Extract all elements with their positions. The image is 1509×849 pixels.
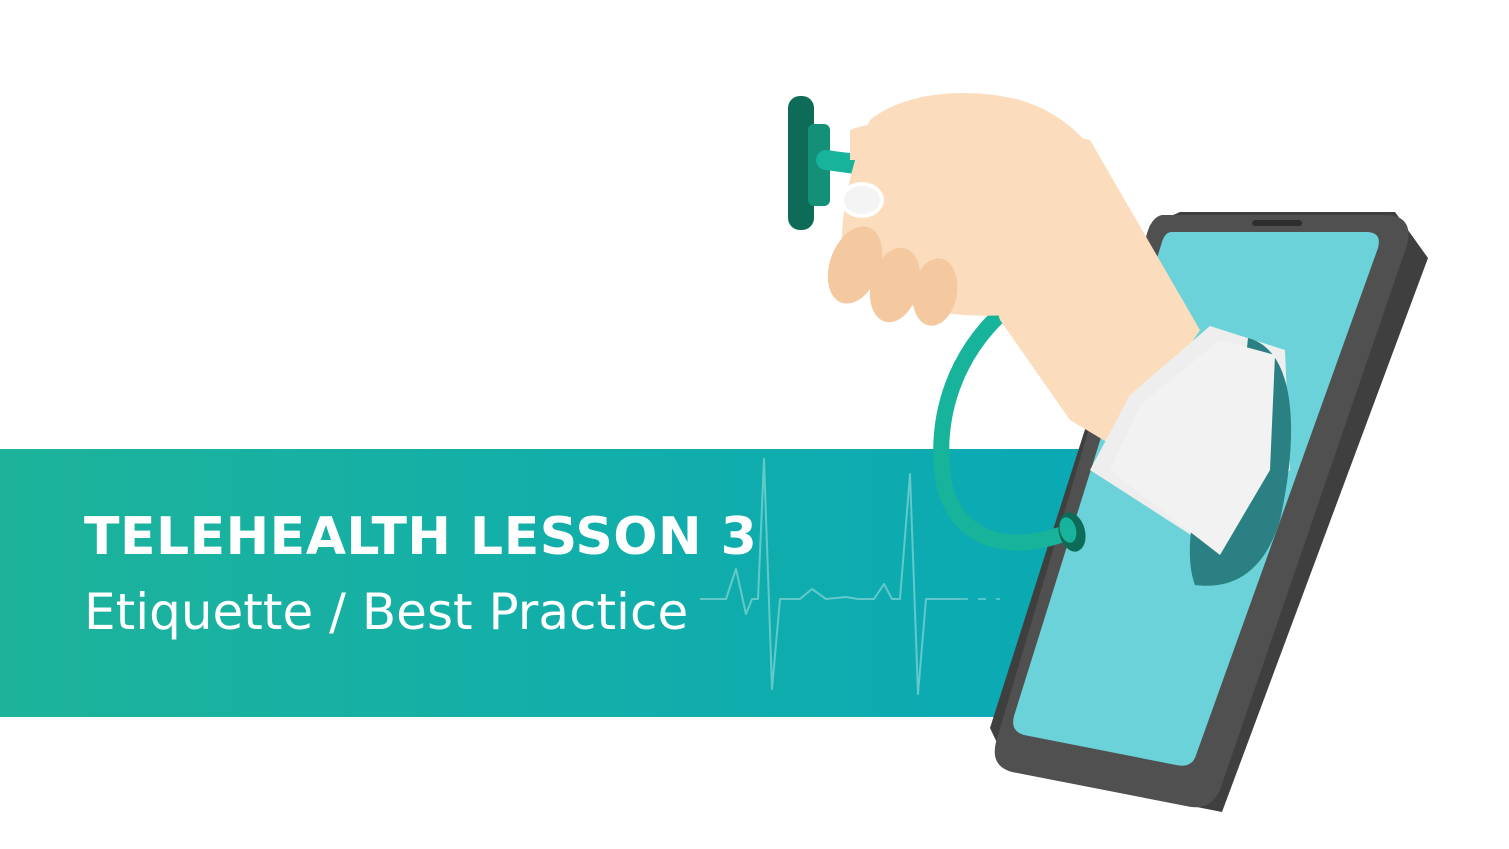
telehealth-illustration [788, 92, 1428, 812]
slide: TELEHEALTH LESSON 3 Etiquette / Best Pra… [0, 0, 1509, 849]
hand-icon [827, 92, 1292, 586]
